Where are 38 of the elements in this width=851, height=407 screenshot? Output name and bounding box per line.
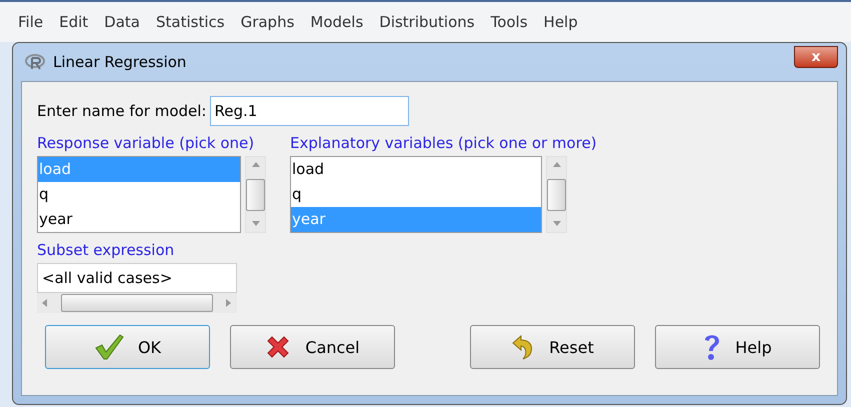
vertical-scrollbar[interactable] — [546, 156, 567, 233]
variable-list[interactable]: load q year — [37, 156, 241, 233]
r-logo-icon — [25, 54, 45, 70]
scroll-left-icon[interactable] — [41, 299, 49, 307]
variable-list[interactable]: load q year — [290, 156, 542, 233]
vertical-scrollbar[interactable] — [245, 156, 266, 233]
reset-button[interactable]: Reset — [470, 325, 635, 369]
scroll-thumb[interactable] — [547, 178, 566, 210]
model-name-field[interactable]: Reg.1 — [210, 96, 408, 126]
cancel-button[interactable]: Cancel — [230, 325, 395, 369]
scroll-thumb[interactable] — [246, 178, 265, 210]
list-label: Response variable (pick one) — [37, 134, 256, 152]
menu-item[interactable]: Data — [96, 13, 148, 31]
scroll-up-icon[interactable] — [552, 161, 560, 169]
menu-item[interactable]: Help — [536, 13, 586, 31]
model-name-label: Enter name for model: — [37, 102, 206, 120]
scroll-thumb[interactable] — [61, 294, 213, 312]
scroll-down-icon[interactable] — [252, 220, 260, 228]
close-icon — [265, 334, 292, 360]
list-label: Explanatory variables (pick one or more) — [290, 134, 597, 152]
horizontal-scrollbar[interactable] — [37, 293, 237, 313]
menu-item[interactable]: Distributions — [371, 13, 483, 31]
window-title: Linear Regression — [53, 53, 188, 71]
scroll-right-icon[interactable] — [225, 299, 233, 307]
scroll-down-icon[interactable] — [552, 220, 560, 228]
menu-item[interactable]: Tools — [482, 13, 536, 31]
menu-item[interactable]: Models — [302, 13, 372, 31]
help-button[interactable]: Help — [655, 325, 820, 369]
menu-item[interactable]: Statistics — [148, 13, 233, 31]
checkmark-icon — [94, 334, 124, 360]
help-icon — [703, 333, 722, 361]
subset-field[interactable]: <all valid cases> — [37, 263, 237, 293]
subset-label: Subset expression — [37, 241, 176, 259]
menu-item[interactable]: Edit — [51, 13, 96, 31]
ok-button[interactable]: OK — [45, 325, 210, 369]
scroll-up-icon[interactable] — [252, 161, 260, 169]
menu-item[interactable]: Graphs — [232, 13, 302, 31]
menu-item[interactable]: File — [10, 13, 52, 31]
